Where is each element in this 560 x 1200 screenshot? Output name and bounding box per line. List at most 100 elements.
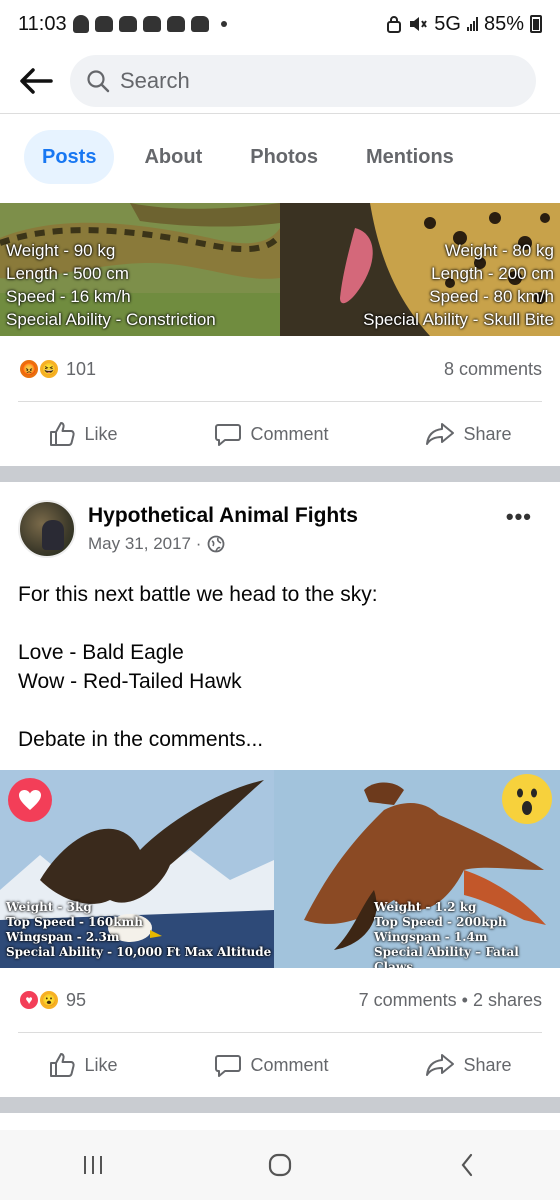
share-label: Share [463, 1054, 512, 1075]
red-tailed-hawk-image[interactable]: Weight - 1.2 kg Top Speed - 200kph Wings… [274, 770, 560, 968]
post2-header-text: Hypothetical Animal Fights May 31, 2017 … [88, 500, 358, 560]
hawk-stats: Weight - 1.2 kg Top Speed - 200kph Wings… [374, 900, 560, 968]
caption-line: Weight - 80 kg [444, 241, 554, 260]
battery-icon [530, 15, 542, 33]
wow-face-icon [517, 788, 537, 815]
post-text-line: Debate in the comments... [18, 728, 264, 751]
post2-image-row: Weight - 3kg Top Speed - 160kmh Wingspan… [0, 770, 560, 968]
caption-line: Weight - 1.2 kg [374, 900, 477, 914]
eagle-stats: Weight - 3kg Top Speed - 160kmh Wingspan… [6, 900, 271, 960]
system-navigation-bar [0, 1130, 560, 1200]
more-options-icon[interactable]: ••• [506, 504, 532, 530]
post1-reactions[interactable]: 😡 😆 101 [18, 358, 96, 380]
anaconda-stats: Weight - 90 kg Length - 500 cm Speed - 1… [6, 239, 216, 331]
share-button[interactable]: Share [415, 414, 521, 454]
page-name[interactable]: Hypothetical Animal Fights [88, 504, 358, 528]
system-back-button[interactable] [437, 1145, 497, 1185]
home-icon [268, 1153, 292, 1177]
back-button[interactable] [14, 59, 58, 103]
like-label: Like [84, 1054, 118, 1075]
like-button[interactable]: Like [38, 1045, 127, 1085]
comment-bubble-icon [215, 1055, 242, 1077]
caption-line: Speed - 80 km/h [429, 287, 554, 306]
lock-icon [387, 16, 402, 33]
tab-photos[interactable]: Photos [232, 130, 336, 184]
post1-image-row: Weight - 90 kg Length - 500 cm Speed - 1… [0, 203, 560, 336]
caption-line: Special Ability - Constriction [6, 310, 216, 329]
caption-line: Weight - 90 kg [6, 241, 116, 260]
post-text-line: Wow - Red-Tailed Hawk [18, 670, 242, 693]
share-arrow-icon [426, 423, 455, 445]
comment-button[interactable]: Comment [204, 1045, 338, 1085]
battery-percent: 85% [483, 12, 524, 35]
anaconda-image[interactable]: Weight - 90 kg Length - 500 cm Speed - 1… [0, 203, 280, 336]
game-controller-icon [94, 16, 113, 32]
haha-reaction-icon: 😆 [38, 358, 60, 380]
page-avatar[interactable] [18, 500, 76, 558]
back-arrow-icon [20, 67, 53, 94]
game-controller-icon [118, 16, 137, 32]
status-right: 5G 85% [386, 13, 542, 36]
search-placeholder: Search [120, 67, 190, 93]
comment-label: Comment [250, 1054, 329, 1075]
wow-reaction-icon: 😮 [38, 989, 60, 1011]
globe-icon [208, 535, 225, 553]
caption-line: Weight - 3kg [6, 900, 92, 914]
caption-line: Top Speed - 200kph [374, 915, 507, 929]
post-text-line: For this next battle we head to the sky: [18, 583, 378, 606]
post-separator [0, 1097, 560, 1113]
love-reaction-badge [8, 778, 52, 822]
angry-reaction-icon: 😡 [18, 358, 40, 380]
caption-line: Special Ability - 10,000 Ft Max Altitude [6, 945, 272, 959]
post2-stats: ♥ 😮 95 7 comments • 2 shares [18, 987, 542, 1013]
snapchat-icon [72, 15, 89, 33]
comment-bubble-icon [215, 424, 242, 446]
caption-line: Length - 200 cm [431, 264, 554, 283]
comments-shares-link[interactable]: 7 comments • 2 shares [359, 990, 542, 1011]
reaction-count: 101 [66, 358, 97, 379]
caption-line: Speed - 16 km/h [6, 287, 131, 306]
post2-actions: Like Comment Share [0, 1045, 560, 1085]
home-button[interactable] [250, 1145, 310, 1185]
recent-apps-button[interactable] [63, 1145, 123, 1185]
search-input[interactable]: Search [70, 54, 536, 107]
recent-apps-icon [84, 1156, 103, 1174]
clock: 11:03 [18, 12, 67, 35]
tab-mentions[interactable]: Mentions [348, 130, 472, 184]
post2-reactions[interactable]: ♥ 😮 95 [18, 989, 86, 1011]
like-label: Like [84, 423, 118, 444]
thumbs-up-icon [50, 422, 76, 446]
caption-line: Top Speed - 160kmh [6, 915, 143, 929]
heart-icon [19, 790, 41, 810]
post2-header: Hypothetical Animal Fights May 31, 2017 … [18, 500, 542, 560]
status-left: 11:03 [18, 13, 227, 36]
divider [18, 401, 542, 402]
tab-posts[interactable]: Posts [24, 130, 115, 184]
comment-count-link[interactable]: 8 comments [444, 359, 542, 380]
network-type: 5G [434, 12, 461, 35]
jaguar-image[interactable]: Weight - 80 kg Length - 200 cm Speed - 8… [280, 203, 560, 336]
post-separator [0, 466, 560, 482]
game-controller-icon [142, 16, 161, 32]
post-date[interactable]: May 31, 2017 · [88, 534, 201, 554]
caption-line: Special Ability - Skull Bite [363, 310, 554, 329]
game-controller-icon [190, 16, 209, 32]
tab-about[interactable]: About [126, 130, 220, 184]
love-reaction-icon: ♥ [18, 989, 40, 1011]
bald-eagle-image[interactable]: Weight - 3kg Top Speed - 160kmh Wingspan… [0, 770, 274, 968]
post1-actions: Like Comment Share [0, 414, 560, 454]
status-bar: 11:03 5G 85% [0, 0, 560, 48]
game-controller-icon [166, 16, 185, 32]
like-button[interactable]: Like [38, 414, 127, 454]
wow-reaction-badge [502, 774, 552, 824]
signal-icon [466, 17, 478, 31]
post-meta: May 31, 2017 · [88, 534, 358, 554]
post1-stats: 😡 😆 101 8 comments [18, 356, 542, 382]
comment-button[interactable]: Comment [204, 414, 338, 454]
jaguar-stats: Weight - 80 kg Length - 200 cm Speed - 8… [363, 239, 554, 331]
more-notifications-dot-icon [220, 21, 227, 27]
comment-label: Comment [250, 423, 329, 444]
share-button[interactable]: Share [415, 1045, 521, 1085]
caption-line: Wingspan - 2.3m [6, 930, 120, 944]
reaction-count: 95 [66, 989, 87, 1010]
